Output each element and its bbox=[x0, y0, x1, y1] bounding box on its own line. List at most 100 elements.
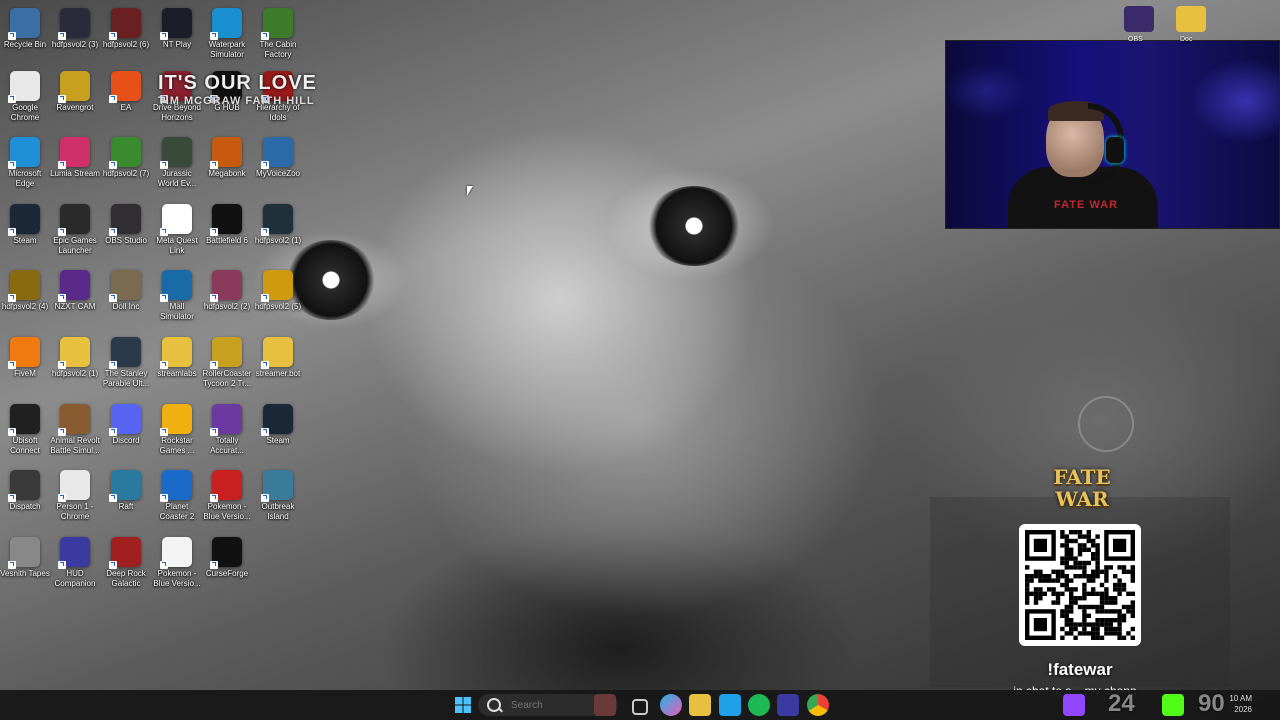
desktop-icon-label: Battlefield 6 bbox=[206, 236, 248, 245]
desktop-icon[interactable]: hdfpsvol2 (1) bbox=[50, 337, 100, 379]
shortcut-arrow-icon bbox=[261, 294, 269, 302]
desktop-icon[interactable]: hdfpsvol2 (7) bbox=[101, 137, 151, 179]
desktop-icon[interactable]: hdfpsvol2 (1) bbox=[253, 204, 303, 246]
desktop-icon[interactable]: hdfpsvol2 (6) bbox=[101, 8, 151, 50]
kick-icon[interactable] bbox=[1162, 694, 1184, 716]
desktop-icon[interactable]: Battlefield 6 bbox=[202, 204, 252, 246]
shortcut-arrow-icon bbox=[8, 494, 16, 502]
desktop-icon[interactable]: Steam bbox=[0, 204, 50, 246]
raft-icon bbox=[109, 470, 141, 502]
file-explorer-icon[interactable] bbox=[689, 694, 711, 716]
desktop-icon[interactable]: Megabonk bbox=[202, 137, 252, 179]
qr-code[interactable] bbox=[1019, 524, 1141, 646]
desktop-icon[interactable]: Planet Coaster 2 bbox=[152, 470, 202, 522]
search-input[interactable] bbox=[509, 698, 593, 712]
desktop-icon[interactable]: Waterpark Simulator bbox=[202, 8, 252, 60]
desktop-icon[interactable]: streamlabs bbox=[152, 337, 202, 379]
desktop-icon[interactable]: Totally Accurat... bbox=[202, 404, 252, 456]
fatewar-logo: FATE WAR bbox=[1036, 466, 1128, 510]
song-title: IT'S OUR LOVE bbox=[158, 72, 317, 94]
desktop-icon[interactable]: Meta Quest Link bbox=[152, 204, 202, 256]
desktop-icon[interactable]: Recycle Bin bbox=[0, 8, 50, 50]
tape-icon bbox=[8, 537, 40, 569]
desktop-icon[interactable]: Rockstar Games ... bbox=[152, 404, 202, 456]
kick-viewer-count: 90 bbox=[1198, 690, 1225, 717]
twitch-viewer-count: 24 bbox=[1108, 690, 1135, 717]
desktop-icon[interactable]: MyVoiceZoo bbox=[253, 137, 303, 179]
desktop-icon[interactable]: streamer.bot bbox=[253, 337, 303, 379]
shortcut-arrow-icon bbox=[210, 561, 218, 569]
song-artists: TIM MCGRAW FAITH HILL bbox=[158, 95, 315, 107]
desktop-icon[interactable]: OBS Studio bbox=[101, 204, 151, 246]
obs-shortcut-icon[interactable] bbox=[1124, 6, 1154, 32]
desktop-icon[interactable]: Lumia Stream bbox=[50, 137, 100, 179]
webcam-feed: FATE WAR bbox=[945, 40, 1280, 229]
desktop-icon[interactable]: The Stanley Parable Ult... bbox=[101, 337, 151, 389]
desktop-icon-label: Epic Games Launcher bbox=[53, 236, 97, 255]
task-view-icon[interactable] bbox=[632, 699, 648, 715]
file-icon bbox=[160, 537, 192, 569]
taskbar-widget-icon[interactable] bbox=[594, 694, 616, 716]
desktop-icon[interactable]: Person 1 - Chrome bbox=[50, 470, 100, 522]
shortcut-arrow-icon bbox=[109, 361, 117, 369]
hud-taskbar-icon[interactable] bbox=[777, 694, 799, 716]
desktop-icon[interactable]: HUD Companion bbox=[50, 537, 100, 589]
desktop-icon[interactable]: Ravengrot bbox=[50, 71, 100, 113]
fatewar-command: !fatewar bbox=[1047, 660, 1113, 679]
desktop-icon[interactable]: Doll Inc bbox=[101, 270, 151, 312]
copilot-icon[interactable] bbox=[660, 694, 682, 716]
desktop-icon[interactable]: Raft bbox=[101, 470, 151, 512]
desktop-icon[interactable]: Animal Revolt Battle Simul... bbox=[50, 404, 100, 456]
planet-coaster-icon bbox=[160, 470, 192, 502]
desktop-icon[interactable]: Mall Simulator bbox=[152, 270, 202, 322]
desktop-icon[interactable]: EA bbox=[101, 71, 151, 113]
hud-icon bbox=[58, 537, 90, 569]
lumia-icon bbox=[58, 137, 90, 169]
shortcut-arrow-icon bbox=[8, 32, 16, 40]
desktop-icon-label: Ubisoft Connect bbox=[10, 436, 40, 455]
desktop-icon[interactable]: hdfpsvol2 (3) bbox=[50, 8, 100, 50]
desktop-icon-label: streamer.bot bbox=[255, 369, 301, 378]
desktop-icon[interactable]: Discord bbox=[101, 404, 151, 446]
desktop-icon-label: Recycle Bin bbox=[3, 40, 47, 49]
desktop-icon[interactable]: Jurassic World Ev... bbox=[152, 137, 202, 189]
desktop-icon[interactable]: hdfpsvol2 (5) bbox=[253, 270, 303, 312]
desktop-icon-label: Raft bbox=[118, 502, 134, 511]
spotify-icon[interactable] bbox=[748, 694, 770, 716]
shortcut-arrow-icon bbox=[160, 161, 168, 169]
desktop-icon[interactable]: Epic Games Launcher bbox=[50, 204, 100, 256]
desktop-icon[interactable]: Pokemon - Blue Versio... bbox=[202, 470, 252, 522]
desktop-icon-label: The Stanley Parable Ult... bbox=[102, 369, 150, 388]
desktop-icon-label: RollerCoaster Tycoon 2 Tr... bbox=[202, 369, 252, 388]
desktop-icon-label: Steam bbox=[266, 436, 290, 445]
desktop-icon[interactable]: RollerCoaster Tycoon 2 Tr... bbox=[202, 337, 252, 389]
curseforge-icon bbox=[210, 537, 242, 569]
desktop-icon-label: hdfpsvol2 (5) bbox=[254, 302, 302, 311]
start-button[interactable] bbox=[452, 694, 474, 716]
tabs-icon bbox=[210, 404, 242, 436]
desktop-icon[interactable]: Microsoft Edge bbox=[0, 137, 50, 189]
desktop-icon[interactable]: NT Play bbox=[152, 8, 202, 50]
desktop-icon[interactable]: CurseForge bbox=[202, 537, 252, 579]
desktop-icon[interactable]: Dispatch bbox=[0, 470, 50, 512]
desktop-icon[interactable]: Outbreak Island bbox=[253, 470, 303, 522]
desktop-icon[interactable]: Deep Rock Galactic bbox=[101, 537, 151, 589]
folder-shortcut-icon[interactable] bbox=[1176, 6, 1206, 32]
notepad-icon[interactable] bbox=[719, 694, 741, 716]
desktop-icon[interactable]: Google Chrome bbox=[0, 71, 50, 123]
chrome-taskbar-icon[interactable] bbox=[807, 694, 829, 716]
desktop-icon[interactable]: Vesnith Tapes bbox=[0, 537, 50, 579]
desktop-icon[interactable]: Steam bbox=[253, 404, 303, 446]
desktop-icon[interactable]: Pokemon - Blue Versio... bbox=[152, 537, 202, 589]
desktop-icon[interactable]: hdfpsvol2 (4) bbox=[0, 270, 50, 312]
twitch-icon[interactable] bbox=[1063, 694, 1085, 716]
desktop-icon[interactable]: FiveM bbox=[0, 337, 50, 379]
desktop-icon[interactable]: hdfpsvol2 (2) bbox=[202, 270, 252, 312]
desktop-icon[interactable]: Ubisoft Connect bbox=[0, 404, 50, 456]
mouse-cursor bbox=[467, 186, 473, 196]
shortcut-arrow-icon bbox=[160, 561, 168, 569]
desktop-icon[interactable]: NZXT CAM bbox=[50, 270, 100, 312]
system-clock[interactable]: 10 AM 2026 bbox=[1222, 693, 1252, 715]
desktop-icon-label: NZXT CAM bbox=[54, 302, 96, 311]
desktop-icon[interactable]: The Cabin Factory bbox=[253, 8, 303, 60]
